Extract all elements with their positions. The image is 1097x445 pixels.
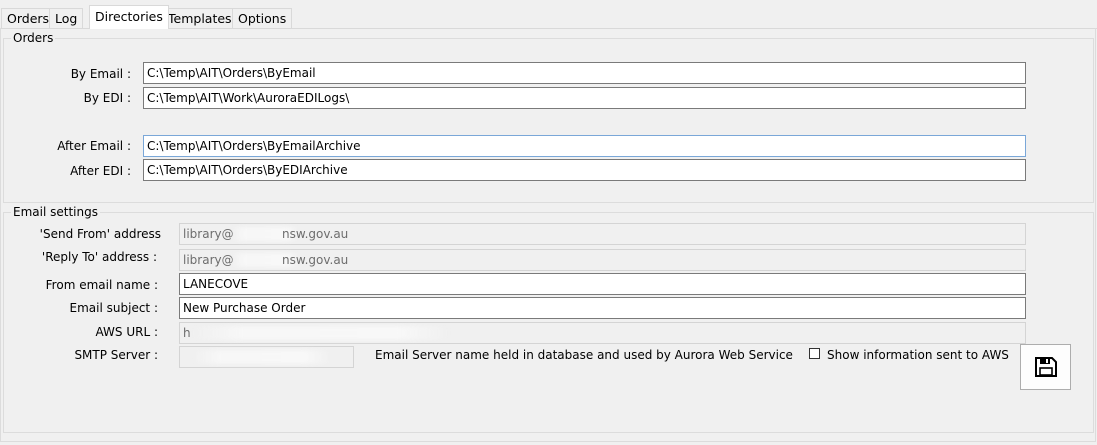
show-info-checkbox[interactable] [809,348,820,359]
orders-group-title: Orders [11,31,56,45]
tab-directories[interactable]: Directories [89,5,169,29]
after-edi-field[interactable] [143,159,1026,181]
floppy-disk-icon [1034,357,1057,377]
smtp-note: Email Server name held in database and u… [375,348,793,362]
email-subject-label: Email subject : [69,301,158,315]
after-email-field[interactable] [143,135,1026,157]
send-from-field[interactable]: library@ nsw.gov.au [179,223,1026,245]
email-subject-field[interactable] [179,297,1026,319]
reply-to-label: 'Reply To' address : [41,250,157,264]
by-email-label: By Email : [70,67,131,81]
send-from-prefix: library@ [183,227,234,241]
smtp-server-field[interactable] [179,346,354,368]
reply-to-suffix: nsw.gov.au [282,253,349,267]
tab-log[interactable]: Log [49,8,84,28]
tab-options[interactable]: Options [232,8,293,28]
after-email-label: After Email : [57,139,131,153]
send-from-suffix: nsw.gov.au [282,227,349,241]
send-from-label: 'Send From' address [39,227,161,241]
by-edi-field[interactable] [143,87,1026,109]
aws-url-label: AWS URL : [95,325,158,339]
from-name-field[interactable] [179,273,1026,295]
from-name-label: From email name : [45,278,158,292]
tab-strip: Orders Log Directories Templates Options [0,0,1097,29]
tab-templates[interactable]: Templates [162,8,238,28]
smtp-server-label: SMTP Server : [74,348,158,362]
show-info-label[interactable]: Show information sent to AWS [827,347,1009,363]
save-button[interactable] [1020,344,1071,390]
tab-orders[interactable]: Orders [1,8,56,28]
redaction-blur [192,350,332,364]
aws-url-field[interactable]: h [179,322,1026,344]
by-email-field[interactable] [143,62,1026,84]
by-edi-label: By EDI : [83,91,131,105]
redaction-blur [190,326,450,340]
after-edi-label: After EDI : [70,164,131,178]
reply-to-field[interactable]: library@ nsw.gov.au [179,249,1026,271]
email-settings-group-title: Email settings [11,205,100,219]
reply-to-prefix: library@ [183,253,234,267]
